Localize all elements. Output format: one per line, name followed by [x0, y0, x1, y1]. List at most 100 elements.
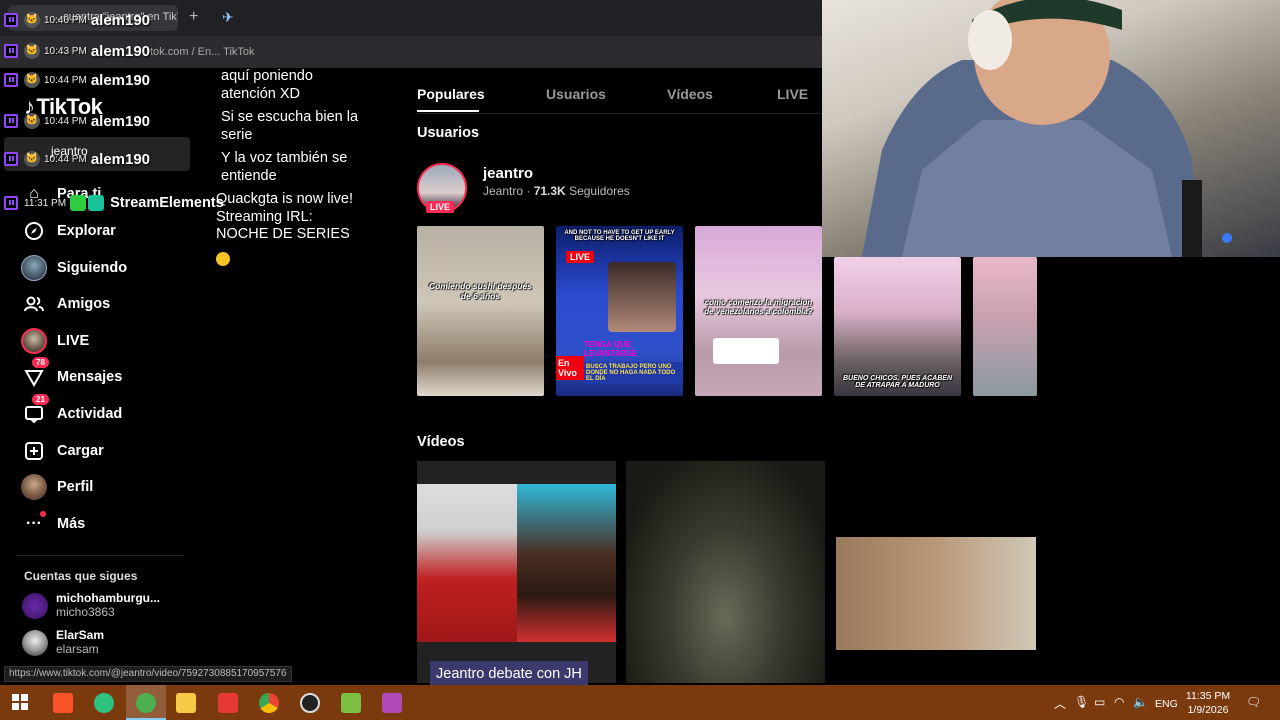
sidebar-divider [16, 555, 184, 556]
thumbnail-caption: TENGA QUE LEVANTARSE [584, 340, 638, 358]
notifications-icon[interactable]: 🗨 [1246, 695, 1261, 709]
language-indicator[interactable]: ENG [1155, 698, 1178, 710]
upload-icon [20, 437, 48, 465]
chevron-up-icon[interactable]: ︿ [1054, 695, 1066, 712]
more-icon: ··· [20, 510, 48, 538]
battery-icon[interactable]: ▭ [1094, 695, 1105, 709]
account-handle: elarsam [56, 642, 99, 656]
brave-browser-icon[interactable] [53, 693, 73, 713]
chat-user: alem190 [90, 42, 151, 60]
user-result[interactable]: LIVE jeantro Jeantro · 71.3K Seguidores [417, 163, 717, 215]
clock-time: 11:35 PM [1185, 690, 1231, 702]
chat-avatar: 🐱 [24, 43, 40, 59]
clock-date: 1/9/2026 [1187, 704, 1229, 716]
video-title[interactable]: Jeantro debate con JH [430, 661, 588, 685]
chat-row: 🐱 10:44 PM alem190 [4, 111, 194, 131]
badge-icon [70, 195, 87, 211]
chat-time: 10:43 PM [44, 45, 87, 57]
extension-icon[interactable]: ✈ [222, 9, 234, 26]
nav-label: Más [57, 516, 86, 532]
twitch-icon [4, 152, 18, 166]
live-badge: LIVE [566, 251, 595, 263]
nav-perfil[interactable]: Perfil [20, 472, 93, 502]
windows-start-icon[interactable] [12, 694, 28, 710]
streamelements-row: 11:31 PM StreamElements [4, 193, 224, 213]
tab-usuarios[interactable]: Usuarios [546, 86, 606, 102]
nav-amigos[interactable]: Amigos [20, 289, 110, 319]
video-card[interactable] [626, 461, 825, 683]
webcam-figure [862, 0, 1232, 257]
thumbnail-caption: como comenzo la migracion de venezolanos… [704, 298, 813, 316]
taskbar: ︿ 🎙 ▭ ◠ 🔈 ENG 11:35 PM 1/9/2026 🗨 [0, 685, 1280, 720]
twitch-icon [4, 196, 18, 210]
tab-populares[interactable]: Populares [417, 86, 485, 102]
red-app-icon[interactable] [218, 693, 238, 713]
nav-siguiendo[interactable]: Siguiendo [20, 253, 127, 283]
nav-mas[interactable]: ··· Más [20, 509, 85, 539]
twitch-icon [4, 44, 18, 58]
nav-label: Explorar [57, 223, 116, 239]
chrome-icon[interactable] [259, 693, 279, 713]
following-account[interactable]: michohamburgu... micho3863 [22, 591, 192, 621]
thumbnail-caption: BUENO CHICOS, PUES ACABEN DE ATRAPAR A M… [842, 375, 953, 389]
chat-user: StreamElements [110, 195, 224, 211]
en-vivo-badge: En Vivo [556, 356, 584, 380]
video-right-half [517, 484, 616, 642]
friends-icon [20, 290, 48, 318]
user-meta: Jeantro · 71.3K Seguidores [483, 184, 630, 198]
activity-badge: 21 [32, 394, 49, 405]
face-inset [608, 262, 676, 332]
video-card[interactable] [836, 537, 1036, 650]
nav-live[interactable]: LIVE [20, 326, 89, 356]
tab-videos[interactable]: Vídeos [667, 86, 713, 102]
nav-actividad[interactable]: 21 Actividad [20, 394, 123, 429]
nav-label: Perfil [57, 479, 94, 495]
chat-row: 🐱 10:44 PM alem190 [4, 70, 194, 90]
volume-icon[interactable]: 🔈 [1133, 695, 1148, 709]
sync-app-icon[interactable] [94, 693, 114, 713]
purple-app-icon[interactable] [382, 693, 402, 713]
chat-avatar: 🐱 [24, 113, 40, 129]
video-thumbnail[interactable]: BUENO CHICOS, PUES ACABEN DE ATRAPAR A M… [834, 257, 961, 396]
screen: ...cuentra "jeantro" en TikTok + ✈ tok.c… [0, 0, 1280, 720]
chat-message: Y la voz también se entiende [221, 150, 348, 184]
status-bar-url: https://www.tiktok.com/@jeantro/video/75… [4, 666, 292, 682]
user-name[interactable]: jeantro [483, 165, 533, 182]
video-thumbnail[interactable]: AND NOT TO HAVE TO GET UP EARLY BECAUSE … [556, 226, 683, 396]
active-tab-underline [417, 110, 479, 112]
video-thumbnail[interactable]: como comenzo la migracion de venezolanos… [695, 226, 822, 396]
chat-user: alem190 [90, 112, 151, 130]
video-thumbnail[interactable]: Comiendo sushi después de 6 años [417, 226, 544, 396]
video-thumbnail[interactable] [973, 257, 1037, 396]
comment-bubble [713, 338, 779, 364]
chat-message: aquí poniendo atención XD [221, 68, 313, 102]
chat-user: alem190 [90, 150, 151, 168]
chat-message: Si se escucha bien la serie [221, 109, 359, 143]
live-icon [20, 327, 48, 355]
nav-explorar[interactable]: Explorar [20, 216, 116, 246]
following-account[interactable]: ElarSam elarsam [22, 628, 192, 658]
smile-emoji-icon [216, 251, 230, 266]
clock[interactable]: 11:35 PM 1/9/2026 [1181, 689, 1235, 717]
following-icon [20, 254, 48, 282]
nav-mensajes[interactable]: 78 Mensajes [20, 357, 122, 392]
chrome-green-icon[interactable] [136, 693, 156, 713]
chat-user: alem190 [90, 11, 151, 29]
twitch-icon [4, 73, 18, 87]
twitch-icon [4, 114, 18, 128]
obs-icon[interactable] [300, 693, 320, 713]
chat-row: 🐱 10:43 PM alem190 [4, 41, 194, 61]
chat-user: alem190 [90, 71, 151, 89]
android-app-icon[interactable] [341, 693, 361, 713]
nav-label: Actividad [57, 406, 123, 422]
file-explorer-icon[interactable] [176, 693, 196, 713]
tooltip-user: jeantro [51, 144, 88, 158]
microphone-icon[interactable]: 🎙 [1074, 695, 1089, 709]
nav-cargar[interactable]: Cargar [20, 436, 104, 466]
avatar [22, 593, 48, 619]
video-card[interactable] [417, 461, 616, 683]
wifi-icon[interactable]: ◠ [1114, 695, 1124, 709]
account-name: michohamburgu... [56, 591, 161, 605]
tab-live[interactable]: LIVE [777, 86, 808, 102]
account-handle: micho3863 [56, 605, 115, 619]
